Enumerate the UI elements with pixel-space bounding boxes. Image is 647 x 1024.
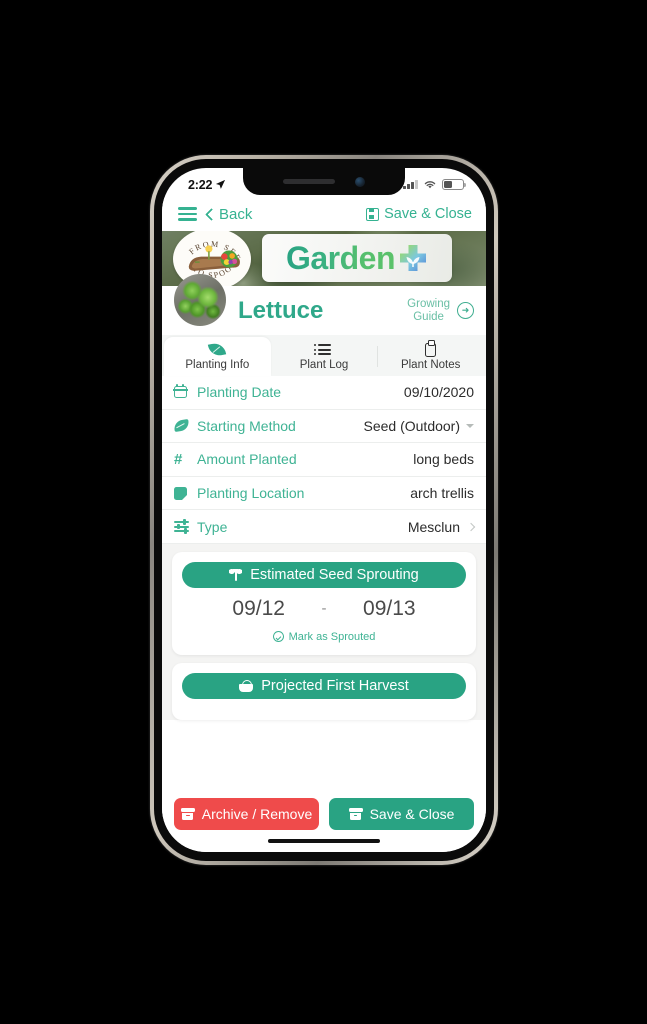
- row-planting-date[interactable]: Planting Date 09/10/2020: [162, 376, 486, 410]
- row-starting-method[interactable]: Starting Method Seed (Outdoor): [162, 410, 486, 444]
- row-type[interactable]: Type Mesclun: [162, 510, 486, 544]
- row-planting-date-label: Planting Date: [197, 384, 282, 401]
- device-notch: [243, 168, 405, 195]
- tab-plant-log[interactable]: Plant Log: [271, 337, 378, 376]
- tab-planting-info[interactable]: Planting Info: [164, 337, 271, 376]
- status-bar-left: 2:22: [188, 178, 226, 192]
- card-sprouting-title: Estimated Seed Sprouting: [250, 566, 419, 583]
- top-navigation-bar: Back Save & Close: [162, 197, 486, 231]
- archive-remove-button[interactable]: Archive / Remove: [174, 798, 319, 830]
- arrow-right-circle-icon: [457, 302, 474, 319]
- wifi-icon: [424, 181, 436, 189]
- phone-device-frame: 2:22 Back Save & Close FROM S SPOO Garde…: [150, 155, 498, 865]
- cellular-signal-icon: [403, 180, 418, 189]
- card-sprouting-title-pill: Estimated Seed Sprouting: [182, 561, 466, 588]
- plant-header: Lettuce Growing Guide: [162, 274, 486, 335]
- hash-icon: #: [174, 450, 183, 468]
- date-separator: -: [321, 600, 327, 618]
- garden-plus-cross-icon: [400, 245, 427, 271]
- row-planting-location-value: arch trellis: [410, 485, 474, 502]
- sprout-icon: [229, 568, 243, 582]
- status-bar-right: [403, 179, 467, 190]
- save-and-close-button[interactable]: Save & Close: [329, 798, 474, 830]
- row-planting-location[interactable]: Planting Location arch trellis: [162, 477, 486, 511]
- calendar-icon: [173, 383, 194, 399]
- hamburger-menu-icon[interactable]: [178, 204, 197, 224]
- growing-guide-link[interactable]: Growing Guide: [407, 298, 474, 324]
- row-planting-date-value: 09/10/2020: [403, 384, 474, 401]
- row-amount-planted[interactable]: # Amount Planted long beds: [162, 443, 486, 477]
- row-starting-method-label: Starting Method: [197, 417, 296, 434]
- garden-wordmark: Garden: [285, 239, 396, 276]
- harvest-basket-icon: [239, 679, 254, 692]
- tab-plant-notes[interactable]: Plant Notes: [377, 337, 484, 376]
- phone-bezel: 2:22 Back Save & Close FROM S SPOO Garde…: [154, 159, 494, 861]
- row-starting-method-value: Seed (Outdoor): [363, 417, 461, 434]
- tab-plant-notes-label: Plant Notes: [400, 359, 461, 371]
- save-and-close-label: Save & Close: [369, 806, 455, 822]
- card-harvest-title-pill: Projected First Harvest: [182, 672, 466, 699]
- lettuce-photo-thumbnail: [174, 274, 226, 326]
- sprouting-date-range: 09/12 - 09/13: [182, 597, 466, 621]
- list-icon: [313, 342, 331, 357]
- home-indicator: [268, 839, 380, 843]
- phone-screen: 2:22 Back Save & Close FROM S SPOO Garde…: [162, 168, 486, 852]
- page-title: Lettuce: [238, 296, 324, 324]
- archive-remove-label: Archive / Remove: [201, 806, 313, 822]
- mark-as-sprouted-button[interactable]: Mark as Sprouted: [182, 631, 466, 643]
- garden-app-logo: Garden: [262, 234, 452, 282]
- front-camera-icon: [355, 176, 365, 187]
- tab-bar: Planting Info Plant Log Plant Notes: [162, 335, 486, 376]
- chevron-right-icon[interactable]: [466, 522, 476, 531]
- card-harvest-title: Projected First Harvest: [261, 677, 409, 694]
- floppy-disk-icon: [366, 207, 380, 221]
- row-type-label: Type: [197, 518, 228, 535]
- cards-scroll-area[interactable]: Estimated Seed Sprouting 09/12 - 09/13 M…: [162, 543, 486, 720]
- note-icon: [174, 486, 194, 500]
- card-estimated-seed-sprouting: Estimated Seed Sprouting 09/12 - 09/13 M…: [172, 551, 476, 655]
- row-amount-planted-value: long beds: [413, 451, 474, 468]
- back-button-label: Back: [219, 205, 253, 223]
- archive-box-icon: [348, 808, 363, 820]
- sprouting-start-date: 09/12: [232, 596, 285, 620]
- growing-guide-label: Growing Guide: [407, 298, 450, 324]
- battery-icon: [442, 179, 467, 190]
- row-planting-location-label: Planting Location: [197, 485, 305, 502]
- sprout-leaf-icon: [173, 419, 194, 433]
- back-button[interactable]: Back: [205, 205, 253, 223]
- save-and-close-top-label: Save & Close: [384, 206, 472, 222]
- sprouting-end-date: 09/13: [363, 596, 416, 620]
- sliders-icon: [174, 519, 194, 534]
- archive-box-icon: [180, 808, 195, 820]
- card-projected-first-harvest: Projected First Harvest: [172, 662, 476, 720]
- clipboard-icon: [425, 340, 437, 357]
- chevron-down-icon[interactable]: [466, 423, 474, 428]
- row-type-value: Mesclun: [407, 518, 460, 535]
- check-circle-icon: [272, 631, 284, 643]
- save-and-close-top-button[interactable]: Save & Close: [366, 206, 472, 222]
- status-time: 2:22: [188, 177, 213, 192]
- mark-as-sprouted-label: Mark as Sprouted: [288, 630, 376, 643]
- growing-guide-line1: Growing: [407, 297, 450, 310]
- earpiece-speaker: [283, 179, 335, 184]
- leaf-icon: [208, 341, 227, 358]
- planting-info-form: Planting Date 09/10/2020 Starting Method…: [162, 376, 486, 544]
- row-amount-planted-label: Amount Planted: [197, 451, 297, 468]
- tab-planting-info-label: Planting Info: [185, 359, 250, 371]
- tab-plant-log-label: Plant Log: [299, 359, 349, 371]
- chevron-left-icon: [205, 207, 218, 221]
- growing-guide-line2: Guide: [413, 310, 444, 323]
- location-arrow-icon: [216, 179, 226, 189]
